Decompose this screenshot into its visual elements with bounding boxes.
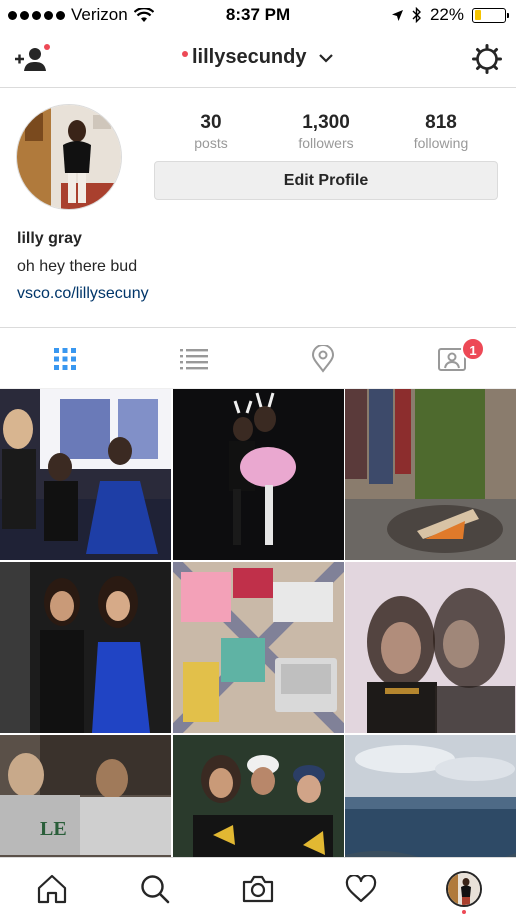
followers-count[interactable]: 1,300 followers [276, 112, 376, 151]
notification-dot [461, 910, 466, 914]
photo-thumbnail [345, 735, 516, 857]
photo-thumbnail: LE [0, 735, 171, 857]
profile-website-link[interactable]: vsco.co/lillysecuny [17, 285, 149, 303]
grid-photo[interactable] [0, 389, 171, 560]
grid-photo[interactable] [173, 735, 344, 857]
battery-fill [474, 10, 481, 20]
location-pin-icon [311, 345, 334, 373]
nav-profile[interactable] [412, 858, 515, 918]
grid-photo[interactable] [345, 389, 516, 560]
list-icon [179, 349, 208, 370]
status-right: 22% [391, 5, 509, 25]
stat-label: following [413, 135, 469, 151]
tab-list[interactable] [129, 328, 258, 390]
status-bar: Verizon 8:37 PM 22% [0, 0, 516, 30]
battery-percent: 22% [429, 5, 464, 24]
tab-grid[interactable] [0, 328, 129, 390]
posts-count[interactable]: 30 posts [161, 112, 261, 151]
nav-activity[interactable] [309, 858, 412, 918]
photo-thumbnail [173, 389, 344, 560]
grid-photo[interactable] [173, 389, 344, 560]
photo-grid: LE [0, 389, 516, 857]
edit-profile-button[interactable]: Edit Profile [154, 161, 498, 200]
following-count[interactable]: 818 following [391, 112, 491, 151]
bluetooth-icon [412, 7, 421, 23]
tab-tagged[interactable]: 1 [387, 328, 516, 390]
stat-label: followers [298, 135, 354, 151]
profile-name: lilly gray [17, 230, 82, 247]
notification-badge: 1 [461, 337, 485, 361]
chevron-down-icon [319, 53, 333, 63]
photo-thumbnail [0, 562, 171, 733]
grid-photo[interactable] [0, 562, 171, 733]
profile-header-bar: lillysecundy [0, 30, 516, 88]
stat-value: 1,300 [302, 112, 350, 133]
username-switcher[interactable]: lillysecundy [0, 46, 516, 69]
photo-thumbnail [173, 735, 344, 857]
stat-value: 30 [200, 112, 222, 133]
search-icon [140, 874, 169, 903]
photo-thumbnail [173, 562, 344, 733]
bottom-tab-bar [0, 857, 516, 918]
home-icon [37, 874, 66, 903]
photo-thumbnail [0, 389, 171, 560]
grid-icon [53, 348, 76, 370]
username-label: lillysecundy [191, 46, 307, 68]
gear-icon[interactable] [472, 44, 502, 74]
nav-home[interactable] [0, 858, 103, 918]
grid-photo[interactable]: LE [0, 735, 171, 857]
camera-icon [242, 875, 273, 902]
profile-bio: oh hey there bud [17, 258, 138, 275]
grid-photo[interactable] [345, 735, 516, 857]
profile-view-tabs: 1 [0, 327, 516, 389]
nav-search[interactable] [103, 858, 206, 918]
grid-photo[interactable] [345, 562, 516, 733]
location-arrow-icon [391, 9, 403, 21]
photo-thumbnail [345, 389, 516, 560]
svg-text:LE: LE [40, 818, 67, 840]
grid-photo[interactable] [173, 562, 344, 733]
stat-label: posts [194, 135, 228, 151]
tab-location[interactable] [258, 328, 387, 390]
profile-tab-avatar [445, 870, 482, 907]
nav-camera[interactable] [206, 858, 309, 918]
photo-thumbnail [345, 562, 516, 733]
heart-icon [345, 874, 376, 902]
profile-photo-small [447, 872, 480, 905]
profile-avatar[interactable] [16, 104, 122, 210]
battery-icon [472, 7, 509, 23]
profile-photo [17, 105, 121, 209]
notification-dot [181, 50, 188, 57]
stat-value: 818 [425, 112, 457, 133]
